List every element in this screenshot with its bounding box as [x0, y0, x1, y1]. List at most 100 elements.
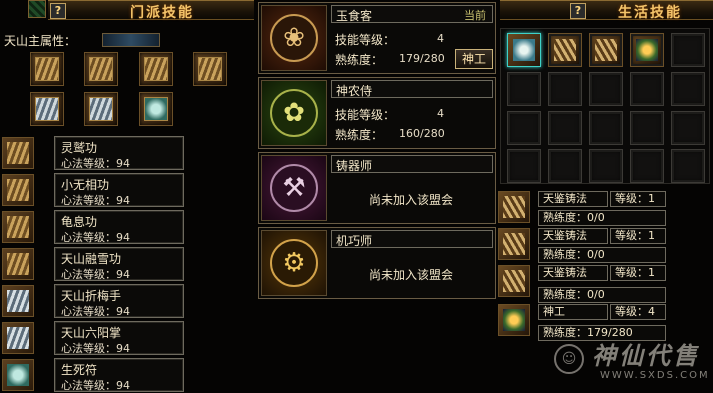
list-item[interactable]: 天山折梅手 心法等级：94 [54, 284, 184, 318]
life-skill-proficiency: 熟练度：0/0 [538, 287, 666, 303]
profession-name: 神农侍 [336, 84, 373, 98]
scroll-icon[interactable] [84, 92, 118, 126]
skill-name: 天山折梅手 [61, 289, 122, 303]
watermark-text: 神仙代售 [592, 342, 700, 370]
skill-level-value: 4 [437, 32, 444, 45]
empty-slot[interactable] [507, 72, 541, 106]
empty-slot[interactable] [671, 149, 705, 183]
scroll-icon[interactable] [30, 52, 64, 86]
skill-level: 心法等级：94 [61, 157, 130, 170]
scroll-icon[interactable] [30, 92, 64, 126]
empty-slot[interactable] [548, 149, 582, 183]
list-item[interactable]: 龟息功 心法等级：94 [54, 210, 184, 244]
empty-slot[interactable] [507, 149, 541, 183]
life-skill-proficiency: 熟练度：0/0 [538, 247, 666, 263]
empty-slot[interactable] [589, 72, 623, 106]
main-attribute-label: 天山主属性： [4, 34, 77, 48]
list-item[interactable]: 灵鹫功 心法等级：94 [54, 136, 184, 170]
anvil-icon[interactable] [507, 33, 541, 67]
anvil-icon[interactable] [498, 191, 530, 223]
profession-card-jiqiaoshi[interactable]: ⚙ 机巧师 尚未加入该盟会 [258, 227, 496, 299]
empty-slot[interactable] [671, 111, 705, 145]
skill-level: 心法等级：94 [61, 268, 130, 281]
profession-name-bar: 铸器师 [331, 155, 493, 173]
cooking-emblem-icon: ❀ [261, 5, 327, 71]
main-attribute-icon [102, 33, 160, 47]
shengong-button[interactable]: 神工 [455, 49, 493, 69]
orb-icon[interactable] [630, 33, 664, 67]
skill-level-value: 4 [437, 107, 444, 120]
proficiency-label: 熟练度： [335, 53, 384, 67]
orb-icon[interactable] [139, 92, 173, 126]
profession-card-zhuqishi[interactable]: ⚒ 铸器师 尚未加入该盟会 [258, 152, 496, 224]
proficiency-label: 熟练度： [335, 128, 384, 142]
empty-slot[interactable] [548, 72, 582, 106]
list-item[interactable]: 天山融雪功 心法等级：94 [54, 247, 184, 281]
profession-name: 玉食客 [336, 9, 373, 23]
skill-level-label: 技能等级： [335, 33, 396, 47]
anvil-icon[interactable] [498, 265, 530, 297]
book-icon[interactable] [193, 52, 227, 86]
list-item[interactable]: 生死符 心法等级：94 [54, 358, 184, 392]
proficiency-value: 160/280 [399, 127, 445, 140]
scroll-icon[interactable] [139, 52, 173, 86]
not-joined-text: 尚未加入该盟会 [369, 268, 454, 282]
skill-scroll-icon[interactable] [2, 285, 34, 317]
life-skills-title-bar: ? 生活技能 [500, 0, 713, 21]
not-joined-text: 尚未加入该盟会 [369, 193, 454, 207]
skill-name: 生死符 [61, 363, 98, 377]
profession-card-shennongshi[interactable]: ✿ 神农侍 技能等级： 4 熟练度： 160/280 [258, 77, 496, 149]
life-skill-level: 等级：4 [610, 304, 666, 320]
empty-slot[interactable] [507, 111, 541, 145]
life-skill-name: 天鉴铸法 [538, 265, 608, 281]
empty-slot[interactable] [630, 111, 664, 145]
empty-slot[interactable] [630, 149, 664, 183]
skill-level: 心法等级：94 [61, 231, 130, 244]
sect-help-button[interactable]: ? [50, 3, 66, 19]
skill-scroll-icon[interactable] [2, 322, 34, 354]
orb-icon[interactable] [498, 304, 530, 336]
profession-name: 铸器师 [336, 159, 373, 173]
empty-slot[interactable] [548, 111, 582, 145]
mascot-icon: ☺ [554, 344, 584, 374]
life-skill-level: 等级：1 [610, 265, 666, 281]
skill-level: 心法等级：94 [61, 305, 130, 318]
skill-book-icon[interactable] [2, 248, 34, 280]
empty-slot[interactable] [630, 72, 664, 106]
list-item[interactable]: 小无相功 心法等级：94 [54, 173, 184, 207]
list-item[interactable]: 天山六阳掌 心法等级：94 [54, 321, 184, 355]
skill-scroll-icon[interactable] [2, 174, 34, 206]
skill-orb-icon[interactable] [2, 359, 34, 391]
profession-name-bar: 玉食客 当前 [331, 5, 493, 23]
life-skill-proficiency: 熟练度：0/0 [538, 210, 666, 226]
anvil-icon[interactable] [548, 33, 582, 67]
empty-slot[interactable] [589, 149, 623, 183]
anvil-icon[interactable] [589, 33, 623, 67]
life-skills-title: 生活技能 [618, 5, 682, 21]
watermark-url: WWW.SXDS.COM [600, 370, 710, 381]
skill-name: 龟息功 [61, 215, 98, 229]
site-watermark: ☺ 神仙代售 WWW.SXDS.COM [548, 334, 713, 393]
life-skill-level: 等级：1 [610, 228, 666, 244]
life-skill-name: 天鉴铸法 [538, 228, 608, 244]
empty-slot[interactable] [671, 72, 705, 106]
current-tag: 当前 [464, 9, 486, 22]
sect-skills-title: 门派技能 [130, 5, 194, 21]
profession-name-bar: 机巧师 [331, 230, 493, 248]
gear-emblem-icon: ⚙ [261, 230, 327, 296]
skill-level: 心法等级：94 [61, 379, 130, 392]
life-help-button[interactable]: ? [570, 3, 586, 19]
profession-card-yushike[interactable]: ❀ 玉食客 当前 技能等级： 4 熟练度： 179/280 神工 [258, 2, 496, 74]
skill-level: 心法等级：94 [61, 194, 130, 207]
empty-slot[interactable] [589, 111, 623, 145]
skill-name: 小无相功 [61, 178, 110, 192]
scroll-icon[interactable] [84, 52, 118, 86]
empty-slot[interactable] [671, 33, 705, 67]
minimap-corner-icon [28, 0, 46, 18]
skill-scroll-icon[interactable] [2, 137, 34, 169]
life-skill-name: 神工 [538, 304, 608, 320]
sect-skills-title-bar: ? 门派技能 [48, 0, 254, 21]
skill-scroll-icon[interactable] [2, 211, 34, 243]
life-skill-level: 等级：1 [610, 191, 666, 207]
anvil-icon[interactable] [498, 228, 530, 260]
